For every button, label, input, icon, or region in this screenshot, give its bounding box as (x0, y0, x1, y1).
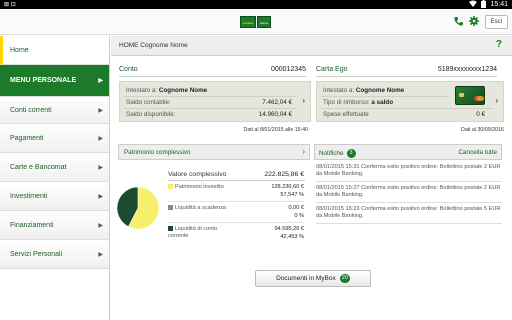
saldo-disponibile-value: 14.960,04 € (258, 111, 292, 118)
sidebar-item-investimenti[interactable]: Investimenti ▶ (0, 182, 109, 211)
legend-value: 128.230,60 € (271, 184, 304, 190)
intestato-label: Intestato a: (126, 87, 158, 94)
logout-button[interactable]: Esci (484, 15, 508, 29)
sidebar-item-label: MENU PERSONALE (10, 77, 77, 84)
intestato-value: Cognome Nome (158, 87, 208, 94)
divider (168, 222, 305, 223)
chevron-right-icon: ▶ (98, 135, 103, 142)
chevron-right-icon: ▶ (98, 78, 103, 84)
chevron-right-icon: ▶ (98, 193, 103, 200)
carta-header: Carta Ego 5189xxxxxxxx1234 (316, 63, 497, 77)
intestato-value: Cognome Nome (355, 87, 405, 94)
chevron-right-icon: ▶ (98, 251, 103, 258)
logo-text: banca (257, 16, 271, 28)
breadcrumb: HOME Cognome Nome (119, 42, 188, 49)
legend-label: Patrimonio investito (175, 184, 224, 190)
conto-number: 000012345 (270, 66, 306, 73)
sidebar-item-label: Home (10, 46, 29, 54)
intestato-label: Intestato a: (323, 87, 355, 94)
sidebar-item-label: Pagamenti (10, 134, 44, 142)
conto-summary-card[interactable]: Intestato a: Cognome Nome Saldo contabil… (119, 81, 311, 122)
divider (321, 108, 493, 109)
mybox-label: Documenti in MyBox (276, 275, 336, 282)
divider (321, 96, 449, 97)
saldo-contabile-label: Saldo contabile: (126, 99, 171, 106)
legend-percent: 57,547 % (280, 192, 304, 198)
patrimonio-label: Patrimonio complessivo (124, 149, 191, 156)
rimborso-value: a saldo (371, 99, 394, 106)
sidebar-item-home[interactable]: Home (0, 36, 109, 65)
notification-item[interactable]: 08/01/2015 15:27 Conferma esito positivo… (316, 185, 502, 203)
saldo-disponibile-label: Saldo disponibile: (126, 111, 176, 118)
sidebar: Home MENU PERSONALE ▶ Conti correnti ▶ P… (0, 36, 110, 320)
legend-value: 94.595,26 € (274, 226, 304, 232)
sidebar-item-carte-bancomat[interactable]: Carte e Bancomat ▶ (0, 153, 109, 182)
valore-complessivo-value: 222.825,86 € (264, 171, 304, 178)
legend-value: 0,00 € (288, 205, 304, 211)
conto-date: Dati al 8/01/2015 alle 15:40 (243, 127, 309, 133)
divider (168, 180, 305, 181)
saldo-contabile-value: 7.462,04 € (262, 99, 292, 106)
clear-all-button[interactable]: Cancella tutte (458, 149, 497, 156)
conto-title: Conto (119, 66, 138, 73)
wifi-icon (469, 0, 478, 9)
legend-label: Liquidità a scadenza (175, 205, 227, 211)
conto-header: Conto 000012345 (119, 63, 306, 77)
mybox-button[interactable]: Documenti in MyBox 20 (255, 270, 371, 287)
sidebar-item-finanziamenti[interactable]: Finanziamenti ▶ (0, 211, 109, 240)
credit-card-image (455, 86, 485, 105)
notification-item[interactable]: 08/01/2015 15:23 Conferma esito positivo… (316, 206, 502, 224)
sidebar-item-pagamenti[interactable]: Pagamenti ▶ (0, 124, 109, 153)
legend-percent: 0 % (294, 213, 304, 219)
sidebar-item-label: Finanziamenti (10, 221, 54, 229)
patrimonio-bar[interactable]: Patrimonio complessivo › (118, 144, 310, 160)
sidebar-item-label: Carte e Bancomat (10, 163, 67, 171)
sidebar-item-servizi-personali[interactable]: Servizi Personali ▶ (0, 240, 109, 269)
divider (168, 201, 305, 202)
legend-swatch (168, 184, 173, 190)
sidebar-item-menu-personale[interactable]: MENU PERSONALE ▶ (0, 65, 109, 97)
notifications-count-badge: 3 (346, 149, 356, 158)
carta-summary-card[interactable]: Intestato a: Cognome Nome Tipo di rimbor… (316, 81, 504, 122)
sidebar-item-conti-correnti[interactable]: Conti correnti ▶ (0, 97, 109, 124)
legend-label: Liquidità di conto corrente (168, 226, 217, 239)
spese-value: 0 € (476, 111, 485, 118)
sidebar-item-label: Servizi Personali (10, 250, 63, 258)
chevron-right-icon: › (302, 147, 305, 156)
valore-complessivo-label: Valore complessivo (168, 171, 227, 178)
legend-swatch (168, 205, 173, 211)
chevron-right-icon: ▶ (98, 164, 103, 171)
sidebar-item-label: Conti correnti (10, 106, 52, 114)
breadcrumb-bar: HOME Cognome Nome ? (111, 36, 512, 56)
spese-label: Spese effettuate (323, 111, 369, 118)
chevron-right-icon: ▶ (98, 107, 103, 114)
legend-percent: 42,453 % (280, 234, 304, 240)
legend-swatch (168, 226, 173, 232)
chevron-right-icon: › (302, 96, 305, 105)
divider (124, 96, 296, 97)
app-header: credem banca Esci (0, 9, 512, 35)
carta-title: Carta Ego (316, 66, 348, 73)
notification-icons: ⊠ ⊡ (4, 2, 16, 8)
mybox-count-badge: 20 (339, 274, 350, 283)
help-icon[interactable]: ? (496, 39, 502, 50)
notifications-label: Notifiche (319, 150, 344, 157)
divider (124, 108, 296, 109)
carta-number: 5189xxxxxxxx1234 (437, 66, 497, 73)
bank-logo: credem banca (240, 16, 271, 28)
carta-date: Dati al 30/09/2016 (461, 127, 504, 133)
status-bar: ⊠ ⊡ 15:41 (0, 0, 512, 9)
gear-icon[interactable] (468, 16, 479, 28)
chevron-right-icon: › (495, 96, 498, 105)
notification-item[interactable]: 08/01/2015 15:31 Conferma esito positivo… (316, 164, 502, 182)
notifications-bar: Notifiche 3 Cancella tutte (314, 144, 502, 160)
clock: 15:41 (490, 1, 508, 8)
sidebar-item-label: Investimenti (10, 192, 48, 200)
patrimonio-pie-chart (116, 186, 160, 230)
rimborso-label: Tipo di rimborso: (323, 99, 370, 106)
chevron-right-icon: ▶ (98, 222, 103, 229)
logo-mark: credem (240, 16, 256, 28)
phone-icon[interactable] (454, 16, 463, 28)
